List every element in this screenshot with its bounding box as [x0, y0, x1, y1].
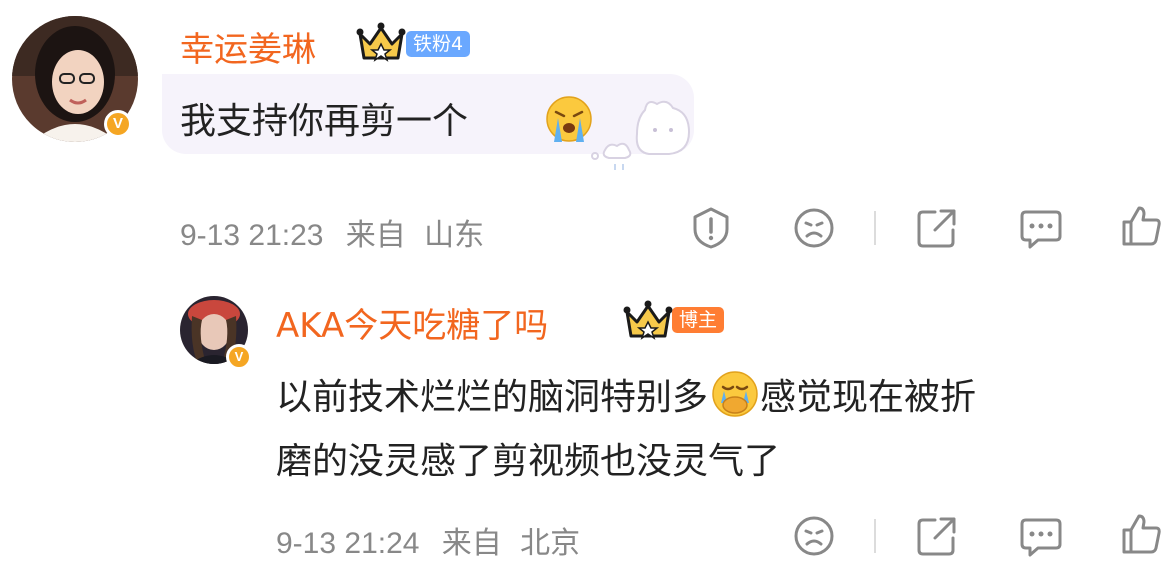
- comment-text-part: 以前技术烂烂的脑洞特别多: [276, 377, 709, 418]
- crying-cover-mouth-emoji: [708, 371, 760, 417]
- from-label: 来自: [441, 527, 502, 560]
- report-icon[interactable]: [689, 206, 733, 250]
- username[interactable]: 幸运姜琳: [180, 22, 316, 71]
- cat-sticker-icon: [591, 100, 691, 170]
- comment-icon[interactable]: [1018, 206, 1064, 250]
- comment-text-line-2: 磨的没灵感了剪视频也没灵气了: [276, 441, 781, 482]
- divider: [874, 211, 876, 245]
- fan-level-badge: 铁粉4: [406, 31, 471, 57]
- comment-icon[interactable]: [1018, 514, 1064, 558]
- share-icon[interactable]: [915, 206, 959, 250]
- timestamp: 9-13 21:23 来自 山东: [180, 210, 484, 254]
- from-label: 来自: [345, 219, 406, 252]
- location: 山东: [424, 219, 485, 252]
- author-badge: 博主: [672, 307, 725, 333]
- timestamp-text: 9-13 21:23: [180, 219, 324, 252]
- comment-text: 我支持你再剪一个: [180, 101, 469, 142]
- crown-icon: [623, 300, 673, 340]
- crying-face-emoji: [546, 96, 592, 142]
- verified-badge: V: [226, 344, 252, 370]
- like-icon[interactable]: [1120, 512, 1164, 556]
- like-icon[interactable]: [1120, 204, 1164, 248]
- verified-badge: V: [104, 110, 132, 138]
- share-icon[interactable]: [915, 514, 959, 558]
- location: 北京: [520, 527, 581, 560]
- divider: [874, 519, 876, 553]
- dislike-face-icon[interactable]: [792, 206, 836, 250]
- comment-text-part: 感觉现在被折: [760, 377, 977, 418]
- timestamp-text: 9-13 21:24: [276, 527, 420, 560]
- comment-text-line-1: 以前技术烂烂的脑洞特别多 感觉现在被折: [276, 368, 976, 420]
- dislike-face-icon[interactable]: [792, 514, 836, 558]
- crown-icon: [356, 22, 406, 62]
- username[interactable]: AKA今天吃糖了吗: [276, 298, 548, 347]
- timestamp: 9-13 21:24 来自 北京: [276, 518, 580, 562]
